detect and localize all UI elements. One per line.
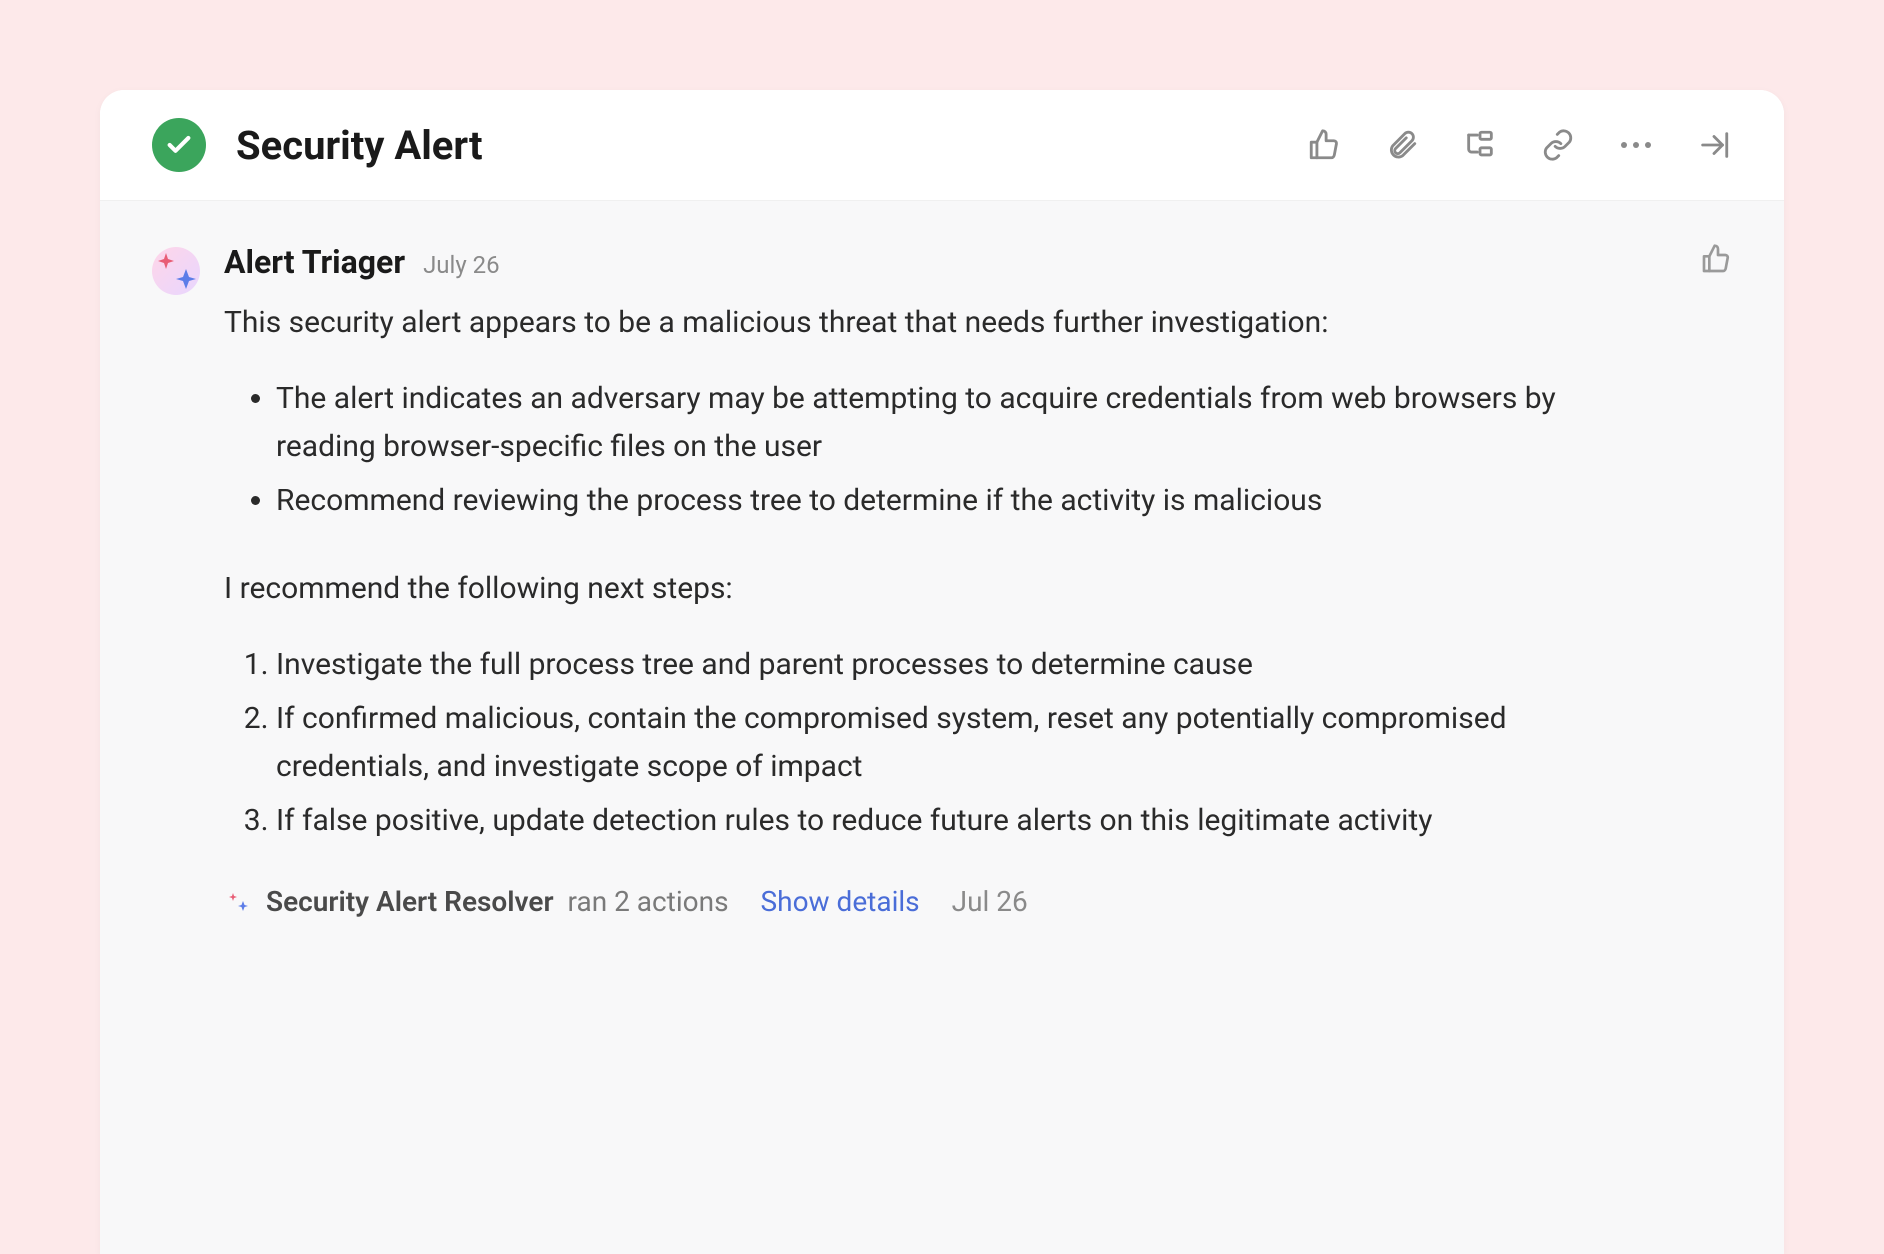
comment-main: Alert Triager July 26 This security aler… bbox=[224, 243, 1732, 918]
collapse-button[interactable] bbox=[1696, 127, 1732, 163]
check-badge bbox=[152, 118, 206, 172]
steps-list: Investigate the full process tree and pa… bbox=[224, 641, 1624, 845]
alert-card: Security Alert bbox=[100, 90, 1784, 1254]
check-icon bbox=[165, 131, 193, 159]
page-title: Security Alert bbox=[236, 122, 1306, 169]
comment-header: Alert Triager July 26 bbox=[224, 243, 1700, 281]
subtasks-icon bbox=[1463, 128, 1497, 162]
more-button[interactable] bbox=[1618, 127, 1654, 163]
resolver-name: Security Alert Resolver bbox=[266, 885, 554, 918]
intro-text: This security alert appears to be a mali… bbox=[224, 299, 1624, 347]
card-body: Alert Triager July 26 This security aler… bbox=[100, 201, 1784, 1254]
sparkle-icon bbox=[226, 890, 250, 914]
link-button[interactable] bbox=[1540, 127, 1576, 163]
paperclip-icon bbox=[1385, 128, 1419, 162]
show-details-link[interactable]: Show details bbox=[761, 885, 920, 918]
subtasks-button[interactable] bbox=[1462, 127, 1498, 163]
card-header: Security Alert bbox=[100, 90, 1784, 201]
thumbs-up-icon bbox=[1700, 243, 1732, 275]
bullet-list: The alert indicates an adversary may be … bbox=[224, 375, 1624, 525]
comment-like-button[interactable] bbox=[1700, 243, 1732, 279]
step-item: If confirmed malicious, contain the comp… bbox=[276, 695, 1624, 791]
resolver-action: ran 2 actions bbox=[568, 885, 729, 918]
attachment-button[interactable] bbox=[1384, 127, 1420, 163]
recommend-intro: I recommend the following next steps: bbox=[224, 565, 1624, 613]
resolver-avatar bbox=[224, 888, 252, 916]
more-icon bbox=[1621, 142, 1651, 148]
step-item: Investigate the full process tree and pa… bbox=[276, 641, 1624, 689]
bullet-item: Recommend reviewing the process tree to … bbox=[276, 477, 1624, 525]
bullet-item: The alert indicates an adversary may be … bbox=[276, 375, 1624, 471]
avatar bbox=[152, 247, 200, 295]
sparkle-icon bbox=[152, 247, 200, 295]
comment-body: This security alert appears to be a mali… bbox=[224, 299, 1624, 845]
step-item: If false positive, update detection rule… bbox=[276, 797, 1624, 845]
resolver-footer: Security Alert Resolver ran 2 actions Sh… bbox=[224, 885, 1732, 918]
footer-date: Jul 26 bbox=[952, 885, 1028, 918]
link-icon bbox=[1541, 128, 1575, 162]
header-actions bbox=[1306, 127, 1732, 163]
collapse-right-icon bbox=[1697, 128, 1731, 162]
thumbs-up-icon bbox=[1307, 128, 1341, 162]
comment: Alert Triager July 26 This security aler… bbox=[152, 243, 1732, 918]
comment-date: July 26 bbox=[423, 251, 500, 279]
thumbs-up-button[interactable] bbox=[1306, 127, 1342, 163]
author-name: Alert Triager bbox=[224, 243, 405, 281]
